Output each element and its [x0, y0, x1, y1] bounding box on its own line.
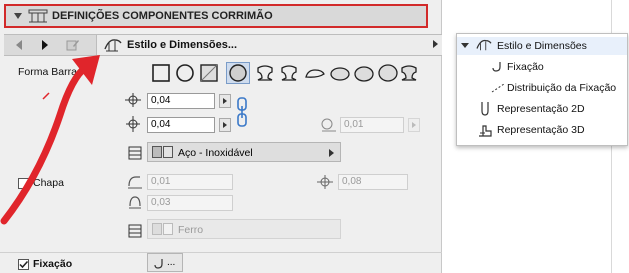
menu-item-fixacao[interactable]: Fixação — [457, 59, 627, 77]
page-menu-popup: Estilo e Dimensões Fixação Distribuição … — [456, 33, 628, 146]
menu-item-distribuicao[interactable]: Distribuição da Fixação — [457, 80, 627, 98]
filled-circle-shape-icon[interactable] — [226, 62, 250, 84]
menu-item-estilo[interactable]: Estilo e Dimensões — [457, 37, 627, 55]
offset-input[interactable]: 0,01 — [340, 117, 404, 133]
plate-thickness-input[interactable]: 0,01 — [147, 174, 233, 190]
prev-page-button[interactable] — [8, 35, 30, 55]
width-dimension-icon — [125, 93, 141, 107]
plate-material-swatch-icon — [152, 223, 162, 235]
check-icon — [19, 260, 29, 269]
section-title: DEFINIÇÕES COMPONENTES CORRIMÃO — [52, 10, 273, 22]
menu-item-label: Representação 2D — [497, 103, 585, 115]
profile-shape-3-icon[interactable] — [304, 64, 326, 82]
menu-item-3d[interactable]: Representação 3D — [457, 122, 627, 140]
plate-material-swatch-2-icon — [163, 223, 173, 235]
plate-material-name: Ferro — [178, 224, 204, 236]
style-dimensions-icon — [104, 39, 122, 52]
circle-shape-icon[interactable] — [176, 64, 194, 82]
plate-material-dropdown[interactable]: Ferro — [147, 219, 341, 239]
menu-item-label: Estilo e Dimensões — [497, 40, 587, 52]
link-dimensions-icon[interactable] — [236, 96, 248, 130]
red-annotation-arrow — [0, 55, 100, 225]
fixation-icon — [154, 259, 163, 269]
fixation-checkbox[interactable] — [18, 259, 29, 270]
width-input[interactable]: 0,04 — [147, 93, 215, 109]
plate-material-icon — [128, 224, 142, 238]
profile-shape-4-icon[interactable] — [330, 64, 350, 82]
page-selector-label: Estilo e Dimensões... — [127, 39, 238, 51]
width-stepper[interactable] — [219, 94, 231, 108]
material-swatch-icon — [152, 146, 162, 158]
plate-offset-input[interactable]: 0,08 — [338, 174, 408, 190]
material-icon — [128, 146, 142, 160]
profile-shape-6-icon[interactable] — [378, 64, 398, 82]
height-dimension-icon — [126, 116, 140, 132]
edit-icon — [66, 40, 79, 51]
material-name: Aço - Inoxidável — [178, 147, 253, 159]
menu-item-label: Distribuição da Fixação — [507, 82, 617, 94]
menu-item-label: Fixação — [507, 61, 544, 73]
collapse-triangle-icon[interactable] — [14, 13, 22, 19]
menu-item-2d[interactable]: Representação 2D — [457, 101, 627, 119]
height-stepper[interactable] — [219, 118, 231, 132]
arrow-left-icon — [16, 40, 22, 50]
representation-2d-icon — [481, 102, 489, 116]
profile-shape-7-icon[interactable] — [400, 64, 418, 82]
page-selector-dropdown[interactable]: Estilo e Dimensões... — [96, 35, 442, 55]
divider — [0, 252, 442, 253]
chevron-down-icon — [461, 43, 469, 48]
fixation-settings-button[interactable]: ... — [147, 253, 183, 272]
distribution-icon — [491, 83, 505, 93]
chevron-right-icon — [433, 40, 438, 48]
fixation-icon — [492, 62, 501, 72]
section-header[interactable]: DEFINIÇÕES COMPONENTES CORRIMÃO — [4, 4, 428, 28]
representation-3d-icon — [479, 125, 492, 137]
edit-page-button[interactable] — [62, 35, 84, 55]
nav-bar: Estilo e Dimensões... — [4, 34, 442, 56]
next-page-button[interactable] — [34, 35, 56, 55]
profile-shape-1-icon[interactable] — [256, 64, 274, 82]
fixation-label: Fixação — [33, 258, 73, 270]
style-dimensions-icon — [476, 39, 492, 51]
material-swatch-2-icon — [163, 146, 173, 158]
plate-thickness-icon — [128, 176, 142, 189]
profile-shape-2-icon[interactable] — [280, 64, 298, 82]
menu-item-label: Representação 3D — [497, 124, 585, 136]
fixation-button-label: ... — [167, 257, 176, 268]
filled-square-shape-icon[interactable] — [200, 64, 218, 82]
chevron-right-icon — [329, 149, 334, 157]
offset-icon — [321, 118, 336, 132]
square-shape-icon[interactable] — [152, 64, 170, 82]
arrow-right-icon — [42, 40, 48, 50]
plate-offset-icon — [317, 175, 333, 189]
plate-size-icon — [129, 196, 141, 209]
offset-stepper[interactable] — [408, 118, 420, 132]
plate-size-input[interactable]: 0,03 — [147, 195, 233, 211]
profile-shape-5-icon[interactable] — [354, 64, 374, 82]
railing-components-icon — [28, 9, 48, 23]
material-dropdown[interactable]: Aço - Inoxidável — [147, 142, 341, 162]
height-input[interactable]: 0,04 — [147, 117, 215, 133]
